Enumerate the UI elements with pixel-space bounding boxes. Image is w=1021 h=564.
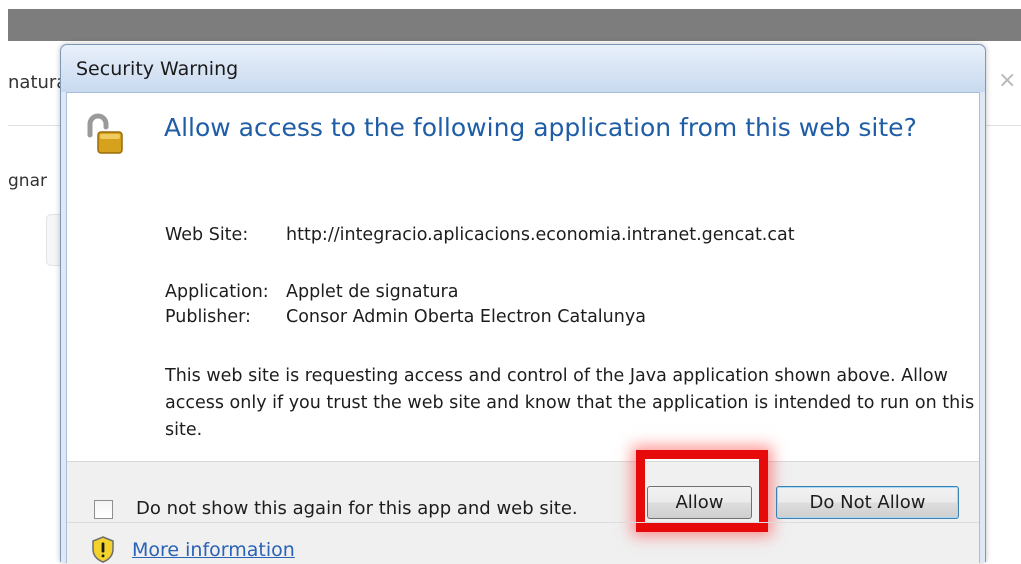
footer-divider [67,522,979,523]
publisher-label: Publisher: [165,307,251,327]
security-warning-dialog: Security Warning Allow access to the fol… [60,44,986,564]
warning-shield-icon [92,536,114,563]
dialog-footer: Do not show this again for this app and … [67,450,979,564]
website-value: http://integracio.aplicacions.economia.i… [286,225,795,245]
website-label: Web Site: [165,225,249,245]
do-not-allow-button[interactable]: Do Not Allow [776,486,959,519]
dialog-title: Security Warning [76,58,239,80]
publisher-value: Consor Admin Oberta Electron Catalunya [286,307,646,327]
dialog-title-bar[interactable]: Security Warning [61,45,985,92]
publisher-row: Publisher: Consor Admin Oberta Electron C… [165,307,646,327]
do-not-show-checkbox[interactable] [94,500,113,519]
application-label: Application: [165,282,269,302]
website-row: Web Site: http://integracio.aplicacions.e… [165,225,795,245]
dialog-content: Allow access to the following applicatio… [66,92,980,564]
background-tab-text: natura [8,72,68,93]
more-information-link[interactable]: More information [132,539,295,561]
dialog-heading: Allow access to the following applicatio… [164,113,917,142]
description-text: This web site is requesting access and c… [165,366,975,440]
browser-top-bar [8,9,1021,41]
background-close-icon[interactable]: × [998,68,1016,93]
do-not-show-label[interactable]: Do not show this again for this app and … [136,498,578,519]
unlocked-padlock-icon [87,113,123,154]
application-row: Application: Applet de signatura [165,282,458,302]
background-label-text: gnar [8,171,47,191]
allow-button[interactable]: Allow [647,486,752,519]
application-value: Applet de signatura [286,282,459,302]
